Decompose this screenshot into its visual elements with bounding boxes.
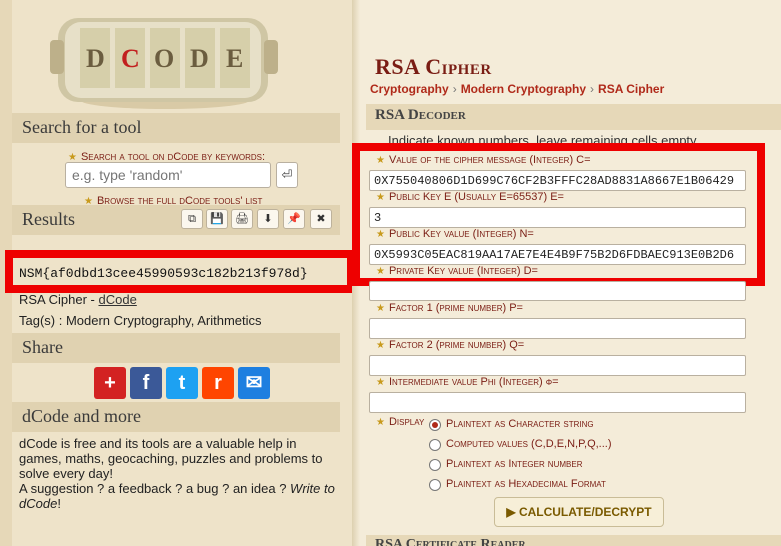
more-feedback-prefix: A suggestion ? a feedback ? a bug ? an i… [19, 481, 291, 496]
facebook-icon[interactable]: f [130, 367, 162, 399]
field-label-q: ★ Factor 2 (prime number) Q= [376, 339, 524, 351]
print-icon[interactable]: 🖨 [231, 209, 253, 229]
factor-p-input[interactable] [369, 318, 746, 339]
result-highlight-frame [5, 250, 355, 293]
field-label-d-text: Private Key value (Integer) D= [388, 265, 538, 277]
save-icon[interactable]: 💾 [206, 209, 228, 229]
factor-q-input[interactable] [369, 355, 746, 376]
search-section-title: Search for a tool [12, 113, 340, 143]
phi-input[interactable] [369, 392, 746, 413]
result-tags: Tag(s) : Modern Cryptography, Arithmetic… [19, 313, 262, 328]
calculate-decrypt-button[interactable]: ▶ CALCULATE/DECRYPT [494, 497, 664, 527]
star-icon: ★ [376, 340, 385, 351]
logo-letter-4: D [190, 44, 209, 73]
breadcrumb-item-cryptography[interactable]: Cryptography [370, 82, 449, 96]
twitter-icon[interactable]: t [166, 367, 198, 399]
search-submit-button[interactable]: ⏎ [276, 162, 298, 188]
result-source-prefix: RSA Cipher - [19, 292, 99, 307]
breadcrumb: Cryptography › Modern Cryptography › RSA Cip… [370, 82, 665, 96]
more-feedback: A suggestion ? a feedback ? a bug ? an i… [19, 481, 341, 511]
close-icon[interactable]: ✖ [310, 209, 332, 229]
radio-plaintext-string-label[interactable]: Plaintext as Character string [446, 418, 594, 430]
display-label: ★ Display [376, 416, 424, 428]
private-key-d-input[interactable] [369, 281, 746, 301]
star-icon: ★ [376, 303, 385, 314]
email-icon[interactable]: ✉ [238, 367, 270, 399]
reddit-icon[interactable]: r [202, 367, 234, 399]
page-title: RSA Cipher [375, 54, 492, 79]
copy-icon[interactable]: ⧉ [181, 209, 203, 229]
logo-letter-5: E [226, 44, 243, 73]
plus-icon[interactable]: + [94, 367, 126, 399]
breadcrumb-item-modern-cryptography[interactable]: Modern Cryptography [461, 82, 586, 96]
radio-plaintext-hex-label[interactable]: Plaintext as Hexadecimal Format [446, 478, 606, 490]
radio-plaintext-string[interactable] [429, 419, 441, 431]
field-label-p: ★ Factor 1 (prime number) P= [376, 302, 523, 314]
more-feedback-suffix: ! [57, 496, 61, 511]
field-label-phi-text: Intermediate value Phi (Integer) φ= [388, 376, 559, 388]
pin-icon[interactable]: 📌 [283, 209, 305, 229]
field-label-phi: ★ Intermediate value Phi (Integer) φ= [376, 376, 559, 388]
logo-letter-1: D [86, 44, 105, 73]
radio-computed-values-label[interactable]: Computed values (C,D,E,N,P,Q,...) [446, 438, 612, 450]
star-icon: ★ [376, 377, 385, 388]
search-input[interactable] [65, 162, 271, 188]
field-label-q-text: Factor 2 (prime number) Q= [388, 339, 525, 351]
field-label-d: ★ Private Key value (Integer) D= [376, 265, 538, 277]
share-section-title: Share [12, 333, 340, 363]
radio-plaintext-hex[interactable] [429, 479, 441, 491]
radio-computed-values[interactable] [429, 439, 441, 451]
dcode-logo[interactable]: D C O D E [40, 0, 290, 112]
field-label-p-text: Factor 1 (prime number) P= [388, 302, 523, 314]
logo-letter-2: C [121, 44, 140, 73]
star-icon: ★ [376, 266, 385, 277]
radio-plaintext-integer[interactable] [429, 459, 441, 471]
more-text: dCode is free and its tools are a valuab… [19, 436, 323, 481]
result-source-link[interactable]: dCode [98, 292, 136, 307]
certificate-reader-section-title: RSA Certificate Reader [366, 535, 781, 546]
breadcrumb-item-rsa-cipher[interactable]: RSA Cipher [598, 82, 664, 96]
more-section-title: dCode and more [12, 402, 340, 432]
display-label-text: Display [388, 416, 425, 428]
download-icon[interactable]: ⬇ [257, 209, 279, 229]
star-icon: ★ [376, 417, 385, 428]
decoder-section-title: RSA Decoder [366, 104, 781, 130]
result-source: RSA Cipher - dCode [19, 292, 137, 307]
logo-letter-3: O [154, 44, 174, 73]
radio-plaintext-integer-label[interactable]: Plaintext as Integer number [446, 458, 582, 470]
